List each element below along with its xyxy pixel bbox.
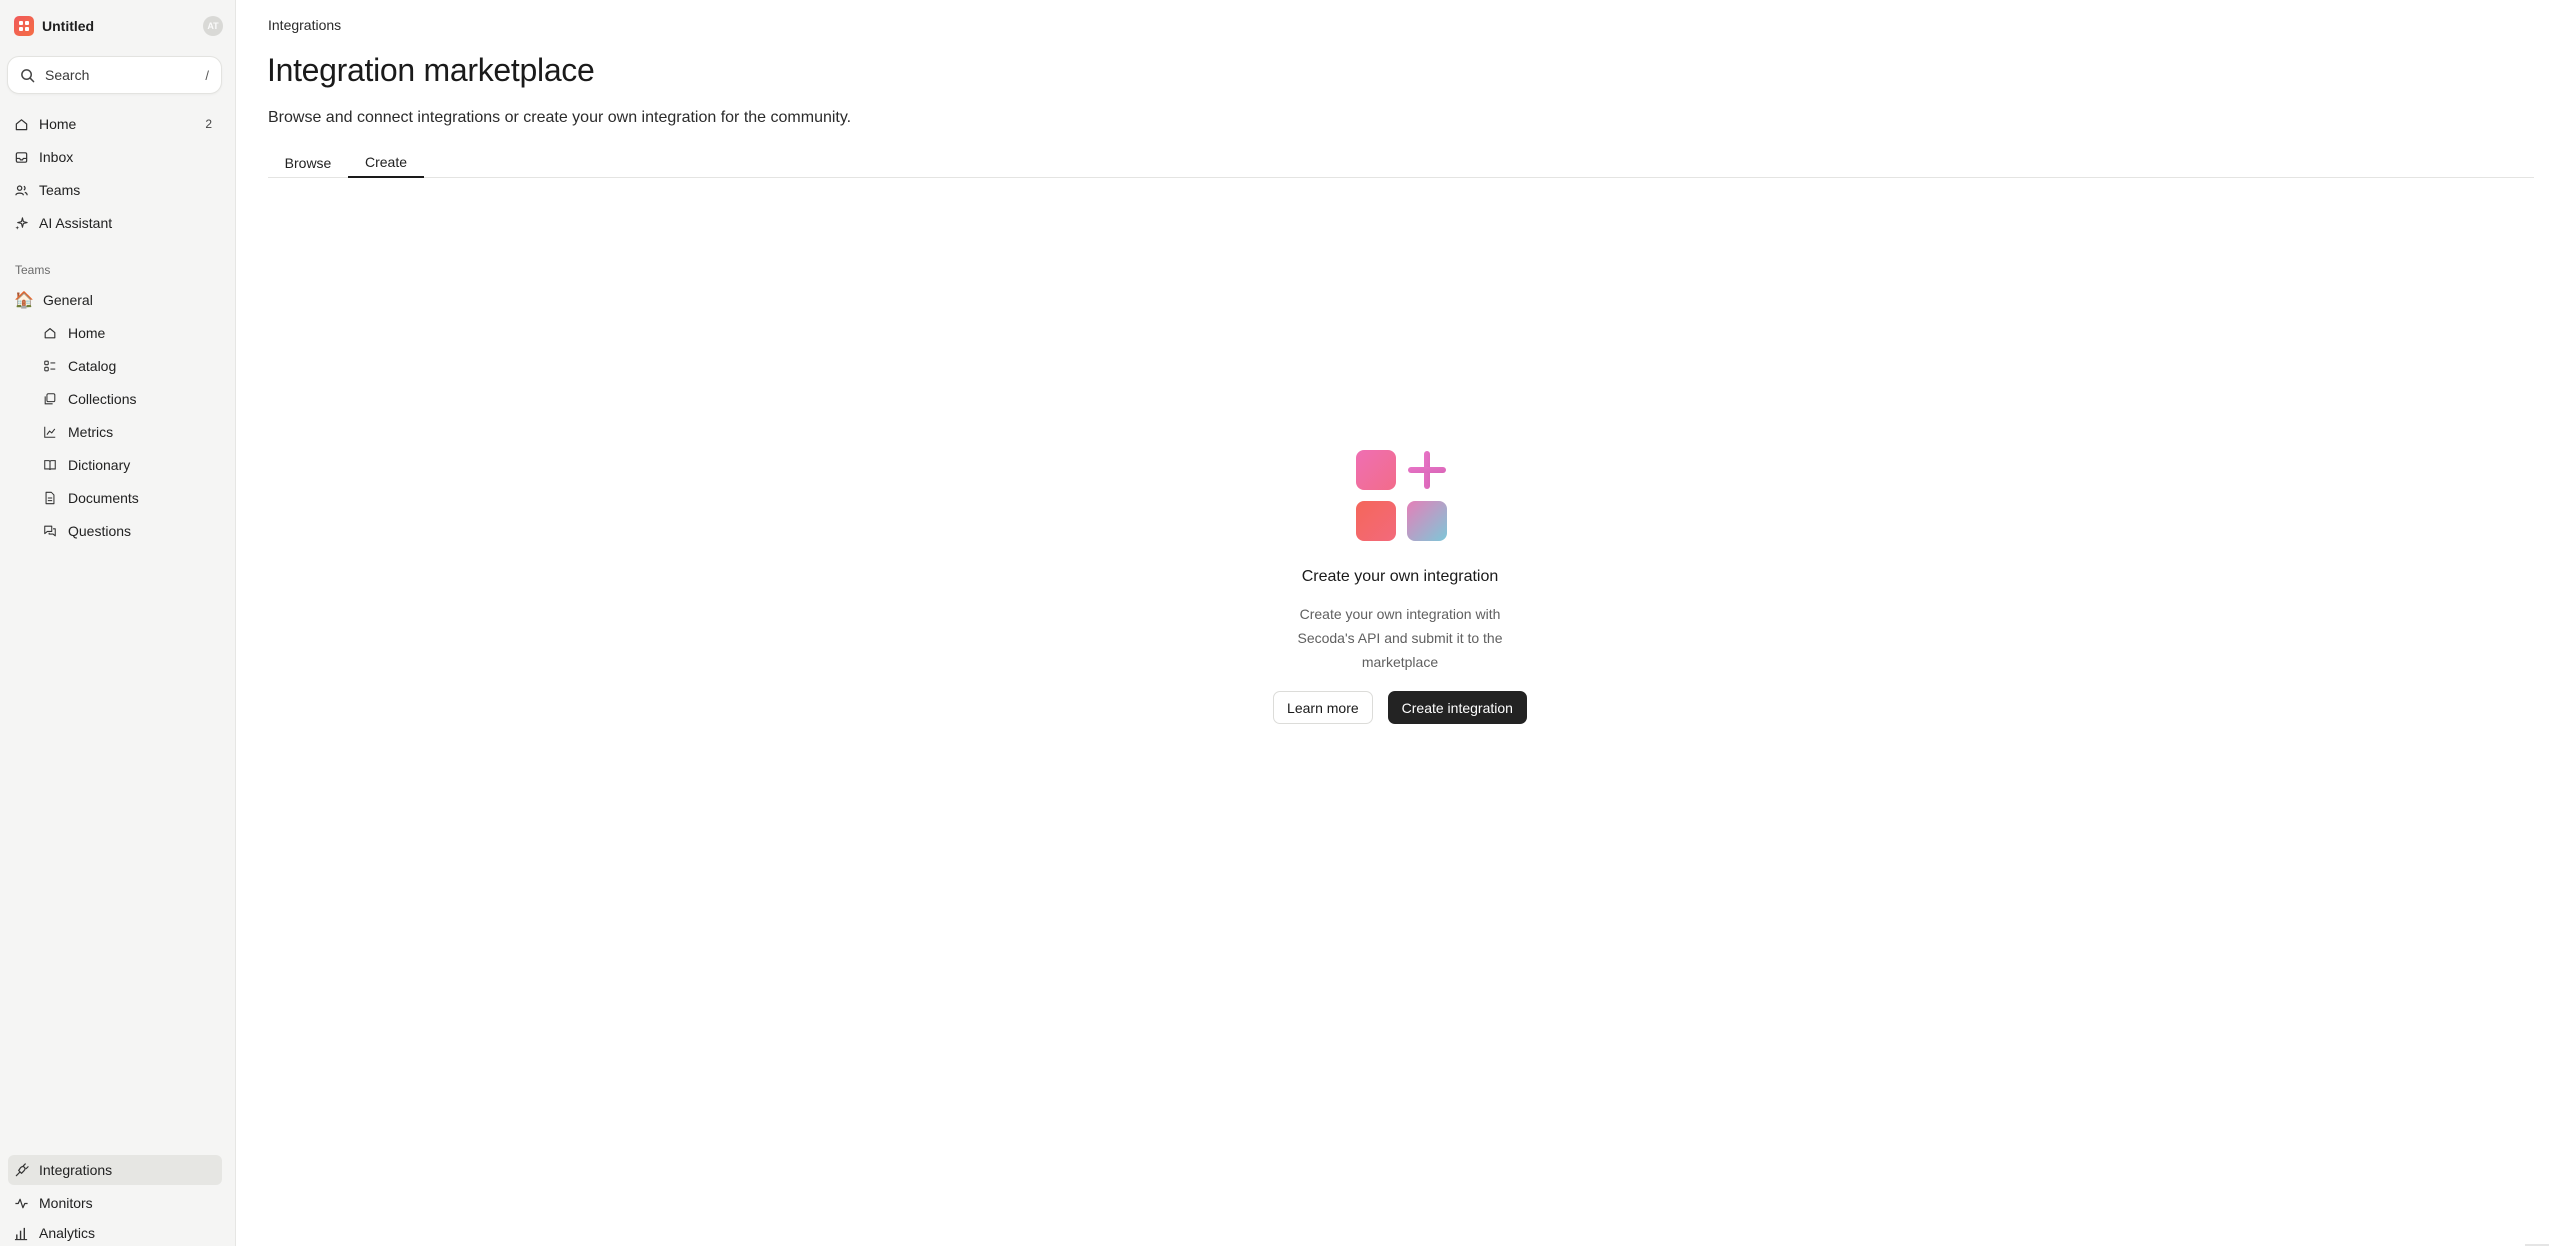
nav-item-monitors[interactable]: Monitors [8,1188,222,1218]
sidebar: Untitled AT Search / Home 2 Inbox Teams … [0,0,236,1246]
questions-icon [42,523,58,539]
team-item-collections[interactable]: Collections [38,384,222,414]
metrics-icon [42,424,58,440]
team-item-catalog[interactable]: Catalog [38,351,222,381]
sparkle-icon [12,214,30,232]
team-item-documents[interactable]: Documents [38,483,222,513]
home-icon [42,325,58,341]
learn-more-button[interactable]: Learn more [1273,691,1373,724]
tab-create[interactable]: Create [348,147,424,178]
search-input[interactable]: Search / [7,56,222,94]
collections-icon [42,391,58,407]
nav-item-inbox[interactable]: Inbox [8,142,222,172]
catalog-icon [42,358,58,374]
nav-item-label: Monitors [39,1195,93,1211]
empty-state-description: Create your own integration with Secoda'… [1297,606,1503,670]
page-title: Integration marketplace [267,52,595,88]
team-item-label: Catalog [68,358,117,374]
nav-item-label: Home [39,116,77,132]
page-subtitle: Browse and connect integrations or creat… [268,109,852,126]
user-avatar[interactable]: AT [203,16,223,36]
search-placeholder: Search [45,67,90,83]
breadcrumb[interactable]: Integrations [268,17,341,33]
bar-chart-icon [12,1224,30,1242]
nav-item-home[interactable]: Home 2 [8,109,222,139]
nav-item-ai-assistant[interactable]: AI Assistant [8,208,222,238]
team-label: General [43,292,93,308]
pulse-icon [12,1194,30,1212]
plus-icon [1408,451,1446,489]
team-item-label: Documents [68,490,139,506]
workspace-name: Untitled [42,18,95,34]
teams-section-label: Teams [15,263,51,277]
nav-item-label: Teams [39,182,81,198]
book-icon [42,457,58,473]
nav-item-label: Analytics [39,1225,96,1241]
nav-item-label: AI Assistant [39,215,113,231]
nav-item-teams[interactable]: Teams [8,175,222,205]
search-icon [21,68,35,82]
integration-illustration-icon [1350,440,1450,541]
team-item-home[interactable]: Home [38,318,222,348]
empty-state: Create your own integration Create your … [1200,440,1600,724]
inbox-icon [12,148,30,166]
home-icon [12,115,30,133]
team-item-label: Dictionary [68,457,131,473]
team-item-dictionary[interactable]: Dictionary [38,450,222,480]
tab-bar: Browse Create [268,147,2534,178]
illustration-square [1356,450,1396,490]
document-icon [42,490,58,506]
users-icon [12,181,30,199]
team-item-label: Collections [68,391,137,407]
empty-state-actions: Learn more Create integration [1200,691,1600,724]
create-integration-button[interactable]: Create integration [1387,691,1527,724]
team-item-questions[interactable]: Questions [38,516,222,546]
nav-item-label: Inbox [39,149,74,165]
nav-item-count: 2 [205,117,212,131]
house-emoji-icon: 🏠 [14,292,34,309]
nav-item-integrations[interactable]: Integrations [8,1155,222,1185]
plug-icon [12,1161,30,1179]
team-item-label: Metrics [68,424,114,440]
illustration-square [1356,501,1396,541]
team-item-metrics[interactable]: Metrics [38,417,222,447]
team-item-label: Home [68,325,106,341]
nav-item-label: Integrations [39,1162,113,1178]
team-general[interactable]: 🏠 General [14,287,93,313]
team-item-label: Questions [68,523,132,539]
empty-state-title: Create your own integration [1301,568,1499,585]
workspace-logo-icon [14,16,34,36]
nav-item-analytics[interactable]: Analytics [8,1218,222,1246]
tab-browse[interactable]: Browse [268,147,348,178]
illustration-square [1407,501,1447,541]
workspace-header[interactable]: Untitled AT [14,15,223,37]
search-shortcut: / [205,67,209,83]
